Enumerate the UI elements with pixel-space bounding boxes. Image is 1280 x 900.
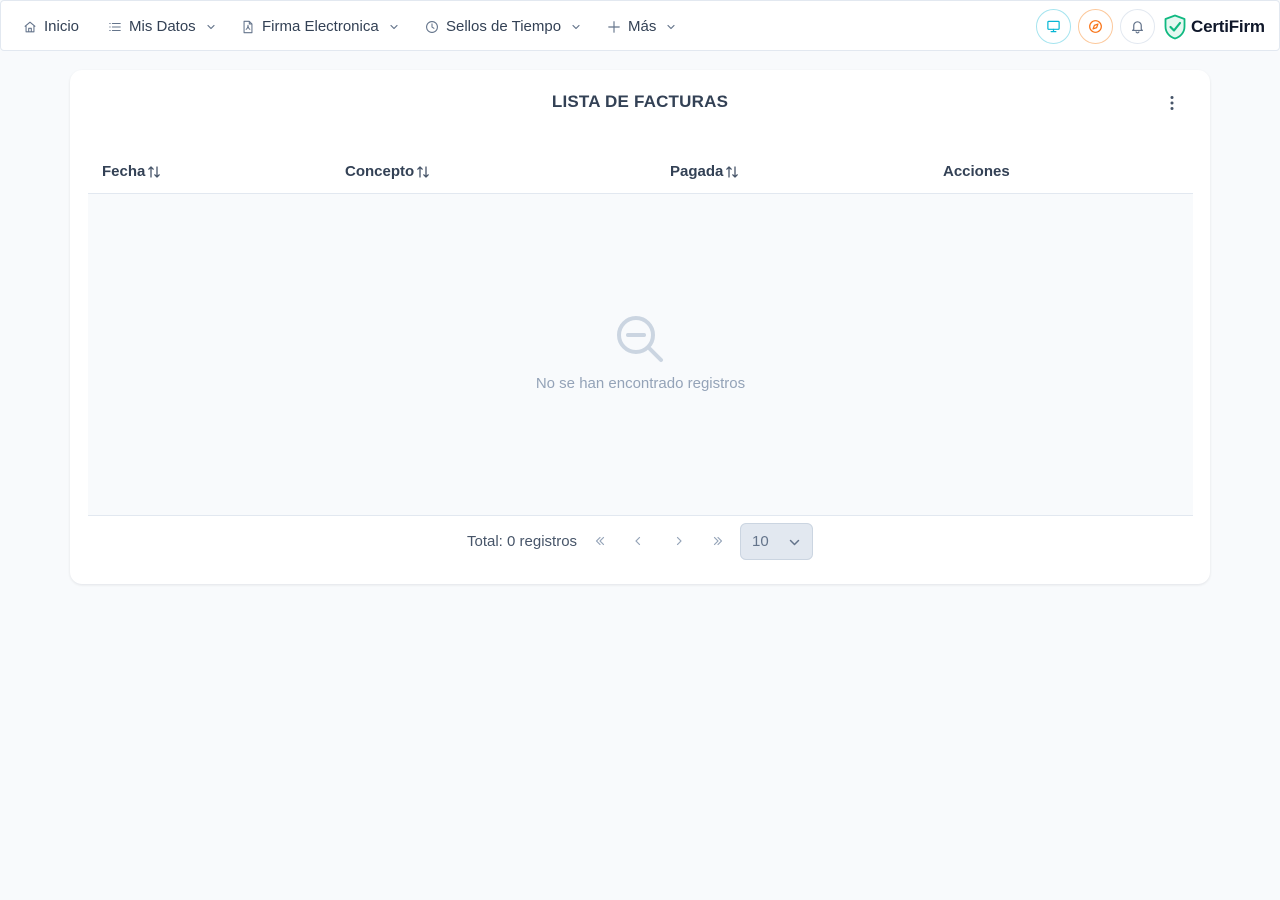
rows-per-page-value: 10 (752, 533, 769, 550)
table-empty-state: No se han encontrado registros (88, 194, 1193, 516)
file-pdf-icon (241, 20, 255, 34)
chevron-down-icon (571, 22, 581, 32)
sort-icon (147, 165, 161, 179)
chevron-right-icon (673, 535, 685, 547)
clock-icon (425, 20, 439, 34)
monitor-icon (1046, 19, 1061, 34)
nav-item-label: Firma Electronica (262, 18, 379, 35)
chevron-down-icon (788, 536, 801, 549)
brand-logo[interactable]: CertiFirm (1163, 1, 1265, 52)
nav-item-label: Inicio (44, 18, 80, 35)
column-header-fecha[interactable]: Fecha (102, 150, 161, 193)
table-header: Fecha Concepto Pagada Acciones (88, 150, 1193, 194)
nav-item-label: Más (628, 18, 657, 35)
nav-item-mas[interactable]: Más (607, 1, 676, 52)
chevrons-left-icon (594, 535, 606, 547)
top-navbar: Inicio Mis Datos Firma Electronica Sello… (0, 0, 1280, 51)
rows-per-page-select[interactable]: 10 (740, 523, 813, 560)
sort-icon (725, 165, 739, 179)
column-header-label: Pagada (670, 163, 724, 180)
chevron-left-icon (632, 535, 644, 547)
column-header-label: Concepto (345, 163, 415, 180)
chevrons-right-icon (712, 535, 724, 547)
search-minus-icon (615, 314, 665, 364)
monitor-button[interactable] (1036, 9, 1071, 44)
page-title: LISTA DE FACTURAS (551, 92, 729, 111)
card-menu-button[interactable] (1160, 92, 1184, 114)
brand-name: CertiFirm (1191, 16, 1265, 36)
chevron-down-icon (389, 22, 399, 32)
list-icon (108, 20, 122, 34)
sort-icon (416, 165, 430, 179)
compass-button[interactable] (1078, 9, 1113, 44)
first-page-button[interactable] (585, 526, 615, 556)
nav-item-inicio[interactable]: Inicio (23, 1, 79, 52)
column-header-label: Acciones (943, 163, 1010, 180)
paginator: Total: 0 registros 10 (0, 523, 1280, 560)
nav-item-firma-electronica[interactable]: Firma Electronica (241, 1, 399, 52)
bell-icon (1130, 19, 1145, 34)
home-icon (23, 20, 37, 34)
shield-check-icon (1163, 14, 1191, 40)
empty-message: No se han encontrado registros (535, 375, 746, 392)
kebab-vertical-icon (1170, 95, 1174, 111)
column-header-pagada[interactable]: Pagada (670, 150, 739, 193)
nav-item-mis-datos[interactable]: Mis Datos (108, 1, 216, 52)
total-records: Total: 0 registros (467, 533, 578, 550)
nav-item-label: Sellos de Tiempo (446, 18, 562, 35)
nav-item-sellos-de-tiempo[interactable]: Sellos de Tiempo (425, 1, 581, 52)
prev-page-button[interactable] (623, 526, 653, 556)
chevron-down-icon (666, 22, 676, 32)
next-page-button[interactable] (664, 526, 694, 556)
column-header-concepto[interactable]: Concepto (345, 150, 430, 193)
compass-icon (1088, 19, 1103, 34)
last-page-button[interactable] (703, 526, 733, 556)
column-header-label: Fecha (102, 163, 146, 180)
chevron-down-icon (206, 22, 216, 32)
nav-item-label: Mis Datos (129, 18, 196, 35)
notifications-button[interactable] (1120, 9, 1155, 44)
plus-icon (607, 20, 621, 34)
column-header-acciones: Acciones (943, 150, 1010, 193)
